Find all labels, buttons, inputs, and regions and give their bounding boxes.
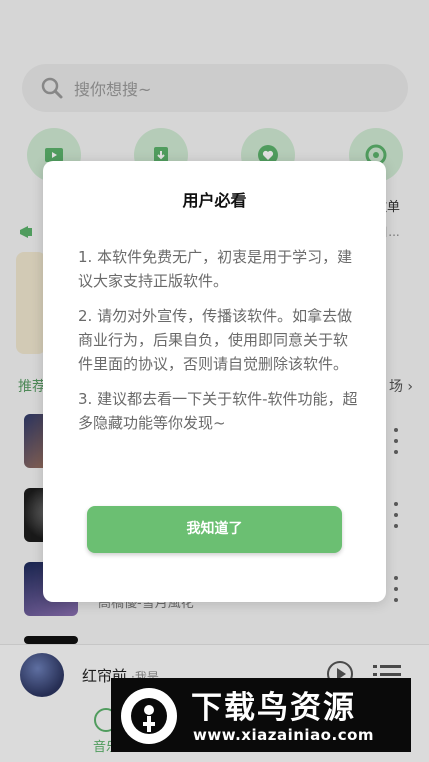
watermark-title: 下载鸟资源 [191,690,356,726]
dialog-item: 1. 本软件免费无广，初衷是用于学习，建议大家支持正版软件。 [78,248,353,290]
dialog-body: 1. 本软件免费无广，初衷是用于学习，建议大家支持正版软件。 2. 请勿对外宣传… [78,245,358,446]
dialog-item: 2. 请勿对外宣传，传播该软件。如拿去做商业行为，后果自负，使用即同意关于软件里… [78,307,353,373]
notice-dialog: 用户必看 1. 本软件免费无广，初衷是用于学习，建议大家支持正版软件。 2. 请… [43,161,386,602]
bird-logo-icon [121,688,177,744]
watermark-url: www.xiazainiao.com [193,726,375,744]
dialog-item: 3. 建议都去看一下关于软件-软件功能，超多隐藏功能等你发现~ [78,390,358,432]
dialog-title: 用户必看 [182,191,247,210]
confirm-button[interactable]: 我知道了 [87,506,342,553]
watermark: 下载鸟资源 www.xiazainiao.com [111,678,411,752]
